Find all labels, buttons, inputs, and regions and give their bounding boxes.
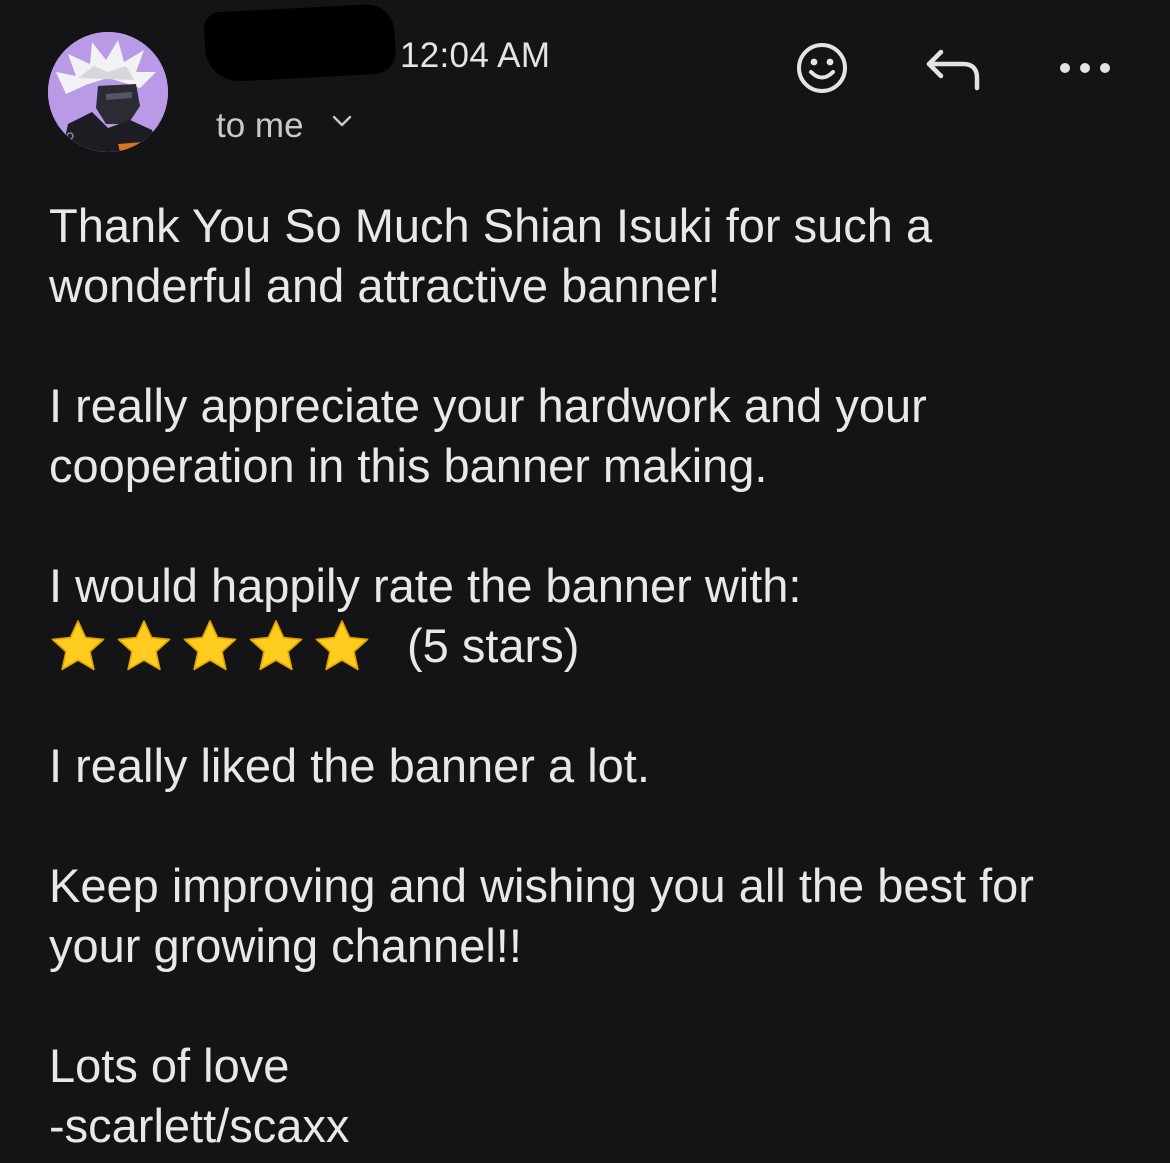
emoji-reaction-button[interactable] <box>792 40 852 96</box>
reply-button[interactable] <box>922 44 986 94</box>
body-line: I really appreciate your hardwork and yo… <box>49 379 927 432</box>
body-line: Keep improving and wishing you all the b… <box>49 859 1034 912</box>
body-line: wonderful and attractive banner! <box>49 259 721 312</box>
body-line: your growing channel!! <box>49 919 522 972</box>
chevron-down-icon <box>332 114 352 133</box>
message-body: Thank You So Much Shian Isuki for such a… <box>49 196 1149 1156</box>
message-time: 12:04 AM <box>400 36 551 75</box>
rating-line: (5 stars) <box>49 616 1149 676</box>
star-icon <box>183 620 237 671</box>
more-options-button[interactable] <box>1055 50 1115 86</box>
paragraph-thanks: Thank You So Much Shian Isuki for such a… <box>49 196 1149 316</box>
star-rating <box>49 618 379 674</box>
body-line: Thank You So Much Shian Isuki for such a <box>49 199 933 252</box>
star-icon <box>315 620 369 671</box>
paragraph-rating: I would happily rate the banner with: (5… <box>49 556 1149 676</box>
star-icon <box>249 620 303 671</box>
signature: -scarlett/scaxx <box>49 1099 350 1152</box>
redacted-sender-name <box>203 3 397 83</box>
star-icon <box>51 620 105 671</box>
recipient-toggle[interactable]: to me <box>216 106 352 146</box>
paragraph-liked: I really liked the banner a lot. <box>49 736 1149 796</box>
body-line: I would happily rate the banner with: <box>49 559 802 612</box>
more-horizontal-icon <box>1060 63 1110 73</box>
paragraph-appreciation: I really appreciate your hardwork and yo… <box>49 376 1149 496</box>
paragraph-wishes: Keep improving and wishing you all the b… <box>49 856 1149 976</box>
body-line: Lots of love <box>49 1039 290 1092</box>
body-line: I really liked the banner a lot. <box>49 739 650 792</box>
star-icon <box>117 620 171 671</box>
paragraph-signoff: Lots of love -scarlett/scaxx <box>49 1036 1149 1156</box>
emoji-smile-icon <box>797 43 847 93</box>
sender-avatar[interactable] <box>48 32 168 152</box>
body-line: cooperation in this banner making. <box>49 439 768 492</box>
recipient-label: to me <box>216 106 304 145</box>
rating-label: (5 stars) <box>407 619 580 672</box>
avatar-image <box>48 32 168 152</box>
reply-arrow-icon <box>926 49 980 91</box>
